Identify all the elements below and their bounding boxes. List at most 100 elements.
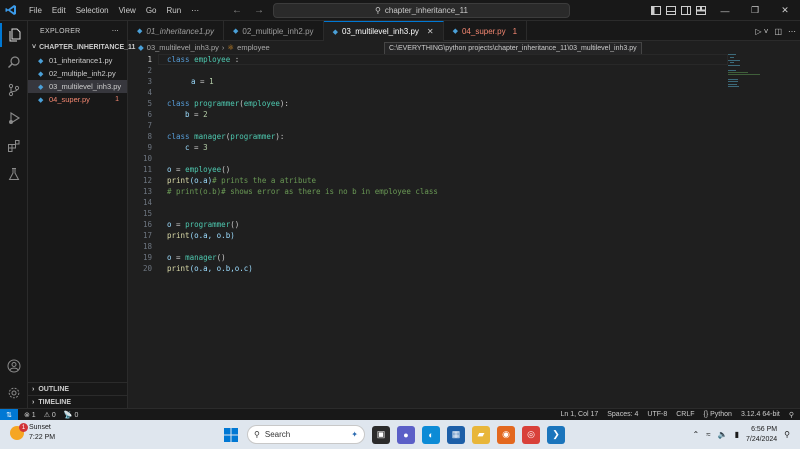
minimap-line: [728, 72, 748, 73]
forward-arrow-icon[interactable]: →: [254, 5, 264, 16]
code-line: 13 # print(o.b)# shows error as there is…: [128, 186, 438, 197]
line-number: 19: [142, 253, 152, 262]
chevron-right-icon: ›: [221, 43, 225, 52]
folder-label: CHAPTER_INHERITANCE_11: [39, 44, 136, 51]
menu-go[interactable]: Go: [141, 0, 162, 21]
menu-view[interactable]: View: [114, 0, 141, 21]
clock[interactable]: 6:56 PM 7/24/2024: [746, 425, 777, 445]
battery-icon[interactable]: ▮: [735, 430, 739, 439]
tab-04-super[interactable]: ◆ 04_super.py 1: [444, 21, 528, 41]
extensions-icon[interactable]: [0, 134, 28, 158]
errors-count[interactable]: ⊗ 1: [24, 411, 36, 419]
code-editor[interactable]: 1 class employee : 2 3 a = 1 4 5 class p…: [128, 54, 728, 408]
menu-run[interactable]: Run: [161, 0, 186, 21]
file-label: 01_inheritance1.py: [49, 56, 113, 65]
menu-file[interactable]: File: [24, 0, 47, 21]
teams-chat-icon[interactable]: ●: [397, 425, 415, 444]
python-file-icon: ◆: [452, 28, 458, 35]
chevron-up-icon[interactable]: ⌃: [693, 430, 700, 439]
menu-edit[interactable]: Edit: [47, 0, 71, 21]
operator: =: [195, 77, 210, 86]
line-number: 6: [147, 110, 152, 119]
python-file-icon: ◆: [233, 28, 239, 35]
more-actions-icon[interactable]: ⋯: [788, 27, 796, 36]
firefox-icon[interactable]: ◉: [497, 425, 515, 444]
file-item-selected[interactable]: ◆ 03_multilevel_inh3.py: [28, 80, 127, 93]
line-number: 2: [147, 66, 152, 75]
breadcrumb-file[interactable]: 03_multilevel_inh3.py: [147, 43, 219, 52]
run-python-icon[interactable]: ▷ ˅: [755, 27, 768, 36]
code-text: c = 3: [185, 143, 208, 152]
account-icon[interactable]: [0, 354, 28, 378]
customize-layout-icon[interactable]: [695, 0, 707, 21]
source-control-icon[interactable]: [0, 78, 28, 102]
end-of-line[interactable]: CRLF: [676, 411, 694, 419]
minimize-button[interactable]: —: [710, 0, 740, 21]
language-mode[interactable]: {} Python: [704, 411, 732, 419]
notification-bell-icon[interactable]: ⚲: [784, 430, 790, 439]
file-item[interactable]: ◆ 01_inheritance1.py: [28, 54, 127, 67]
tab-02-multiple-inh2[interactable]: ◆ 02_multiple_inh2.py: [224, 21, 324, 41]
timeline-section[interactable]: › TIMELINE: [28, 395, 127, 408]
class-name: manager: [185, 253, 217, 262]
code-line: 4: [128, 87, 152, 98]
minimap[interactable]: [728, 54, 788, 94]
volume-icon[interactable]: 🔈: [718, 430, 728, 439]
weather-widget[interactable]: 1 Sunset 7:22 PM: [10, 423, 55, 443]
file-item[interactable]: ◆ 02_multiple_inh2.py: [28, 67, 127, 80]
tab-03-multilevel-inh3[interactable]: ◆ 03_multilevel_inh3.py ✕: [323, 21, 444, 41]
operator: =: [171, 220, 186, 229]
sunset-weather-icon: 1: [10, 423, 28, 440]
task-view-icon[interactable]: ▣: [372, 425, 390, 444]
encoding[interactable]: UTF-8: [647, 411, 667, 419]
restore-button[interactable]: ❐: [740, 0, 770, 21]
indentation[interactable]: Spaces: 4: [607, 411, 638, 419]
python-interpreter[interactable]: 3.12.4 64-bit: [741, 411, 780, 419]
cursor-position[interactable]: Ln 1, Col 17: [561, 411, 599, 419]
keyword: class: [167, 55, 190, 64]
store-icon[interactable]: ▦: [447, 425, 465, 444]
toggle-panel-icon[interactable]: [665, 0, 677, 21]
menu-selection[interactable]: Selection: [71, 0, 114, 21]
minimap-line: [728, 74, 760, 75]
tab-01-inheritance1[interactable]: ◆ 01_inheritance1.py: [128, 21, 224, 41]
explorer-header: EXPLORER ⋯: [28, 21, 127, 41]
remote-indicator-icon[interactable]: ⇅: [0, 408, 18, 421]
tooltip-text: C:\EVERYTHING\python projects\chapter_in…: [389, 45, 637, 52]
search-activity-icon[interactable]: [0, 50, 28, 74]
toggle-primary-sidebar-icon[interactable]: [650, 0, 662, 21]
ports-count[interactable]: 📡 0: [64, 411, 79, 419]
close-window-button[interactable]: ✕: [770, 0, 800, 21]
line-number: 18: [142, 242, 152, 251]
outline-section[interactable]: › OUTLINE: [28, 382, 127, 395]
function: print: [167, 231, 190, 240]
warnings-count[interactable]: ⚠ 0: [44, 411, 56, 419]
menu-more[interactable]: ⋯: [186, 0, 204, 21]
command-center-search[interactable]: ⚲ chapter_inheritance_11: [273, 3, 570, 18]
notifications-bell-icon[interactable]: ⚲: [789, 411, 794, 419]
edge-browser-icon[interactable]: ◐: [422, 425, 440, 444]
code-line: 6 b = 2: [128, 109, 207, 120]
split-editor-icon[interactable]: ◫: [774, 27, 782, 36]
file-item-error[interactable]: ◆ 04_super.py 1: [28, 93, 127, 106]
python-file-icon: ◆: [38, 57, 44, 65]
minimap-line: [728, 60, 740, 61]
breadcrumb-symbol[interactable]: employee: [237, 43, 270, 52]
toggle-secondary-sidebar-icon[interactable]: [680, 0, 692, 21]
back-arrow-icon[interactable]: ←: [232, 5, 242, 16]
settings-gear-icon[interactable]: [0, 381, 28, 405]
testing-flask-icon[interactable]: [0, 162, 28, 186]
explorer-icon[interactable]: [0, 23, 28, 47]
close-tab-icon[interactable]: ✕: [427, 27, 434, 36]
file-explorer-icon[interactable]: ▰: [472, 425, 490, 444]
folder-chapter-inheritance[interactable]: ˅ CHAPTER_INHERITANCE_11: [28, 41, 135, 54]
taskbar-search-box[interactable]: ⚲ Search ✦: [247, 425, 365, 444]
chrome-icon[interactable]: ◎: [522, 425, 540, 444]
windows-start-icon[interactable]: [222, 426, 240, 444]
class-name: employee: [243, 99, 280, 108]
wifi-icon[interactable]: ≈: [706, 430, 710, 439]
vscode-taskbar-icon[interactable]: ❯: [547, 425, 565, 444]
run-debug-icon[interactable]: [0, 106, 28, 130]
code-text: class employee :: [167, 55, 239, 64]
explorer-more-button[interactable]: ⋯: [112, 27, 119, 35]
